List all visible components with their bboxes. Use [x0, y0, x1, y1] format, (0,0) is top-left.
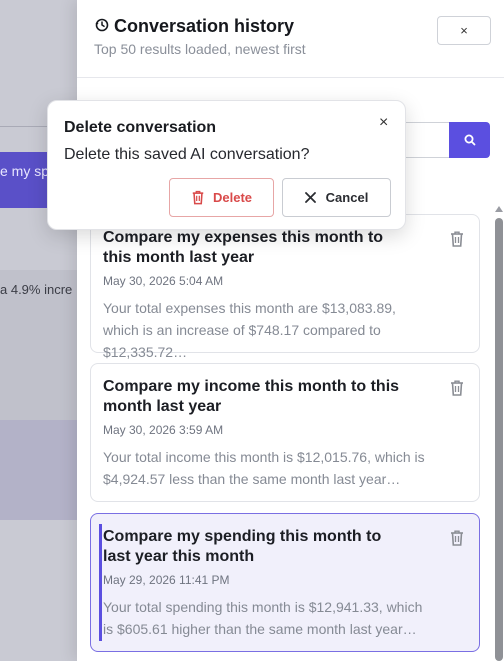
trash-icon[interactable]	[449, 230, 465, 248]
conversation-title: Compare my spending this month to last y…	[103, 528, 382, 565]
dialog-message: Delete this saved AI conversation?	[64, 146, 310, 163]
conversation-title: Compare my income this month to this mon…	[103, 378, 400, 415]
dialog-title: Delete conversation	[64, 119, 217, 136]
conversation-date: May 30, 2026 5:04 AM	[103, 274, 224, 288]
background-panel	[0, 420, 80, 520]
cancel-button[interactable]: Cancel	[282, 178, 391, 217]
drawer-subtitle: Top 50 results loaded, newest first	[94, 41, 306, 57]
conversation-card[interactable]: Compare my income this month to this mon…	[90, 363, 480, 502]
search-icon	[464, 134, 475, 146]
conversation-preview: Your total income this month is $12,015.…	[103, 449, 425, 487]
cancel-label: Cancel	[325, 190, 369, 205]
conversation-card[interactable]: Compare my expenses this month to this m…	[90, 214, 480, 360]
trash-icon[interactable]	[449, 529, 465, 547]
close-drawer-button[interactable]: ×	[437, 16, 491, 45]
scrollbar[interactable]	[493, 206, 504, 661]
scroll-thumb[interactable]	[495, 218, 503, 661]
trash-icon[interactable]	[449, 379, 465, 397]
delete-label: Delete	[212, 190, 253, 205]
search-button[interactable]	[449, 122, 490, 158]
history-icon	[95, 18, 109, 32]
conversation-preview: Your total spending this month is $12,94…	[103, 599, 423, 637]
conversation-date: May 29, 2026 11:41 PM	[103, 573, 230, 587]
conversation-preview: Your total expenses this month are $13,0…	[103, 300, 396, 360]
background-response-text: a 4.9% incre	[0, 282, 73, 297]
scroll-up-arrow[interactable]	[495, 206, 503, 212]
close-icon: ×	[460, 23, 468, 38]
close-dialog-button[interactable]: ×	[379, 114, 388, 132]
close-icon	[304, 192, 316, 203]
delete-button[interactable]: Delete	[169, 178, 274, 217]
conversation-title: Compare my expenses this month to this m…	[103, 229, 384, 266]
selected-indicator	[99, 524, 102, 641]
delete-confirmation-dialog: Delete conversation Delete this saved AI…	[47, 100, 406, 230]
drawer-header: Conversation history Top 50 results load…	[77, 0, 504, 78]
conversation-date: May 30, 2026 3:59 AM	[103, 423, 224, 437]
conversation-card-selected[interactable]: Compare my spending this month to last y…	[90, 513, 480, 652]
drawer-title: Conversation history	[114, 16, 295, 36]
trash-icon	[192, 190, 204, 205]
